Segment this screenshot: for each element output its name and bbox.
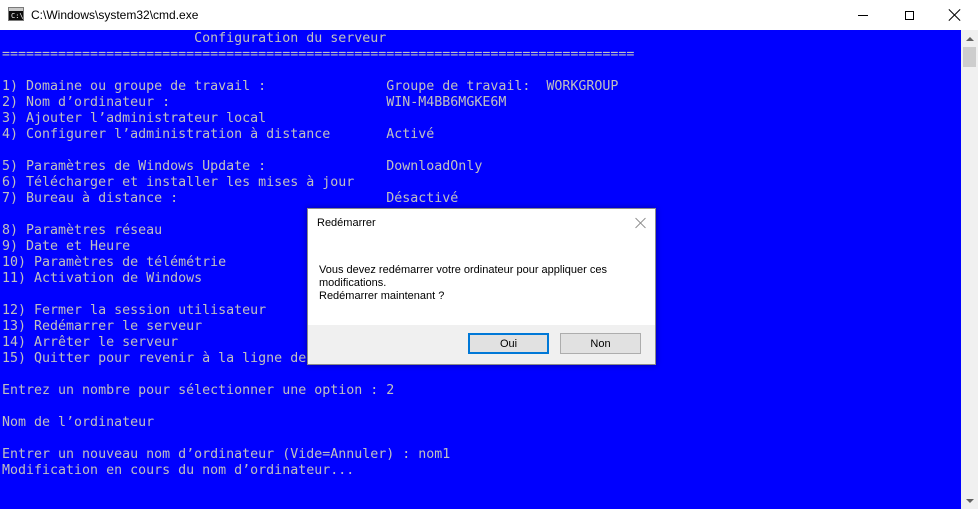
console-line: 9) Date et Heure — [2, 239, 131, 254]
dialog-close-icon[interactable] — [633, 215, 649, 231]
window-title-bar[interactable]: C:\. C:\Windows\system32\cmd.exe — [0, 0, 978, 30]
scroll-up-arrow-icon — [965, 36, 974, 41]
console-line: 6) Télécharger et installer les mises à … — [2, 175, 355, 190]
console-line: 11) Activation de Windows — [2, 271, 203, 286]
minimize-icon — [858, 14, 868, 16]
console-line: 4) Configurer l’administration à distanc… — [2, 127, 435, 142]
maximize-button[interactable] — [886, 0, 932, 30]
maximize-icon — [904, 10, 914, 20]
dialog-title: Redémarrer — [317, 217, 376, 229]
console-line: 1) Domaine ou groupe de travail : Groupe… — [2, 79, 619, 94]
console-line: Configuration du serveur — [2, 31, 387, 46]
scroll-down-button[interactable] — [961, 492, 978, 509]
restart-dialog: Redémarrer Vous devez redémarrer votre o… — [307, 208, 656, 365]
icon-text: C:\. — [11, 12, 28, 20]
dialog-message-line: Redémarrer maintenant ? — [319, 290, 445, 302]
scroll-down-arrow-icon — [965, 498, 974, 503]
dialog-message-line: modifications. — [319, 277, 387, 289]
window-title: C:\Windows\system32\cmd.exe — [31, 8, 199, 22]
vertical-scrollbar[interactable] — [961, 30, 978, 509]
console-line: Modification en cours du nom d’ordinateu… — [2, 463, 355, 478]
console-line: 7) Bureau à distance : Désactivé — [2, 191, 459, 206]
console-line: ========================================… — [2, 47, 635, 62]
console-line: 8) Paramètres réseau — [2, 223, 163, 238]
close-icon — [949, 9, 961, 21]
console-line: Nom de l’ordinateur — [2, 415, 155, 430]
yes-button[interactable]: Oui — [468, 333, 549, 354]
scroll-up-button[interactable] — [961, 30, 978, 47]
minimize-button[interactable] — [840, 0, 886, 30]
console-line: 14) Arrêter le serveur — [2, 335, 179, 350]
dialog-message-line: Vous devez redémarrer votre ordinateur p… — [319, 264, 607, 276]
console-line: Entrez un nombre pour sélectionner une o… — [2, 383, 395, 398]
console-line: 3) Ajouter l’administrateur local — [2, 111, 267, 126]
dialog-body: Vous devez redémarrer votre ordinateur p… — [308, 237, 655, 325]
no-button[interactable]: Non — [560, 333, 641, 354]
console-line: 2) Nom d’ordinateur : WIN-M4BB6MGKE6M — [2, 95, 507, 110]
dialog-title-bar[interactable]: Redémarrer — [308, 209, 655, 237]
console-line: 10) Paramètres de télémétrie — [2, 255, 227, 270]
console-line: Entrer un nouveau nom d’ordinateur (Vide… — [2, 447, 451, 462]
cmd-console-icon[interactable]: C:\. — [8, 7, 28, 21]
console-line: 12) Fermer la session utilisateur — [2, 303, 267, 318]
close-button[interactable] — [932, 0, 978, 30]
console-line: 5) Paramètres de Windows Update : Downlo… — [2, 159, 483, 174]
console-line: 15) Quitter pour revenir à la ligne de — [2, 351, 307, 366]
console-line: 13) Redémarrer le serveur — [2, 319, 203, 334]
scroll-thumb[interactable] — [963, 47, 976, 67]
